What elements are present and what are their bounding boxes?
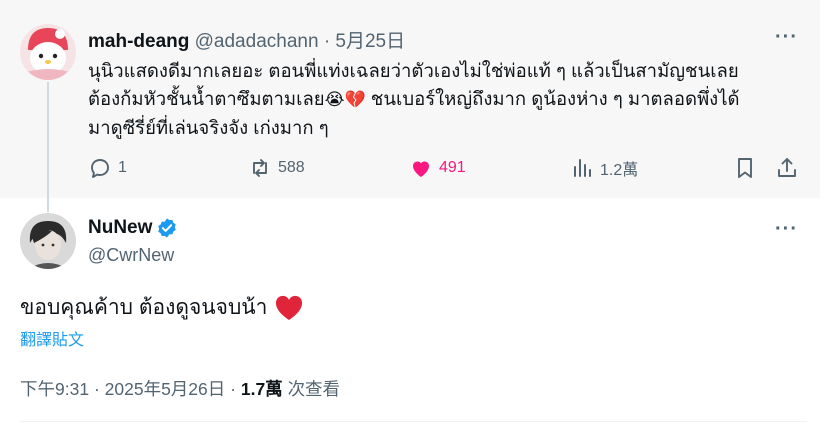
- red-heart-emoji-icon: [276, 295, 303, 320]
- handle[interactable]: @adadachann: [195, 31, 319, 52]
- views-label: 次查看: [287, 379, 341, 399]
- parent-tweet-text: นุนิวแสดงดีมากเลยอะ ตอนพี่แท่งเฉลยว่าตัว…: [88, 57, 788, 142]
- bookmark-button[interactable]: [733, 152, 763, 184]
- crying-face-emoji-icon: 😭: [324, 90, 345, 109]
- avatar[interactable]: [20, 213, 76, 269]
- views-button[interactable]: 1.2萬: [570, 152, 638, 184]
- parent-tweet-header: mah-deang @adadachann · 5月25日: [88, 26, 405, 53]
- reply-button[interactable]: 1: [88, 152, 127, 184]
- tweet-date[interactable]: 2025年5月26日: [105, 379, 226, 399]
- avatar-image: [20, 213, 76, 269]
- repost-icon: [253, 159, 267, 177]
- bookmark-icon: [738, 158, 752, 178]
- more-options-icon[interactable]: ···: [775, 26, 798, 49]
- parent-tweet[interactable]: mah-deang @adadachann · 5月25日 ··· นุนิวแ…: [0, 0, 820, 212]
- handle[interactable]: @CwrNew: [88, 245, 174, 266]
- analytics-icon: [574, 159, 591, 177]
- like-count: 491: [439, 159, 466, 176]
- translate-post-link[interactable]: 翻譯貼文: [20, 326, 84, 350]
- reply-count: 1: [118, 159, 127, 176]
- avatar[interactable]: [20, 24, 76, 80]
- like-button[interactable]: 491: [409, 152, 466, 184]
- divider: [20, 421, 807, 422]
- display-name[interactable]: NuNew: [88, 217, 152, 239]
- verified-badge-icon[interactable]: [156, 217, 178, 239]
- display-name[interactable]: mah-deang: [88, 31, 189, 52]
- share-icon: [778, 158, 796, 177]
- tweet-text: ขอบคุณค้าบ ต้องดูจนจบน้า: [20, 291, 303, 324]
- text-line: นุนิวแสดงดีมากเลยอะ ตอนพี่แท่งเฉลยว่าตัว…: [88, 60, 739, 81]
- tweet-metadata: 下午9:31 · 2025年5月26日 · 1.7萬 次查看: [20, 376, 340, 401]
- text-segment: ต้องก้มหัวชั้นน้ำตาซึมตามเลย: [88, 88, 325, 109]
- author-name-row: NuNew: [88, 217, 178, 239]
- avatar-image: [20, 24, 76, 80]
- tweet-text-body: ขอบคุณค้าบ ต้องดูจนจบน้า: [20, 296, 268, 319]
- share-button[interactable]: [775, 152, 805, 184]
- text-segment: ชนเบอร์ใหญ่ถึงมาก ดูน้องห่าง ๆ มาตลอดพึ่…: [365, 88, 740, 109]
- views-count: 1.2萬: [600, 162, 639, 179]
- heart-filled-icon: [413, 161, 429, 177]
- repost-count: 588: [278, 159, 305, 176]
- separator: ·: [230, 379, 236, 399]
- reply-icon: [91, 159, 109, 178]
- views-count: 1.7萬: [240, 379, 283, 399]
- action-bar: 1 588 491 1.2萬: [88, 152, 800, 184]
- text-line: ต้องก้มหัวชั้นน้ำตาซึมตามเลย😭💔 ชนเบอร์ให…: [88, 85, 788, 114]
- more-options-icon[interactable]: ···: [775, 218, 798, 241]
- separator: ·: [323, 31, 331, 52]
- repost-button[interactable]: 588: [248, 152, 305, 184]
- broken-heart-emoji-icon: 💔: [344, 90, 366, 109]
- text-line: มาดูซีรี่ย์ที่เล่นจริงจัง เก่งมาก ๆ: [88, 117, 329, 138]
- separator: ·: [93, 379, 100, 399]
- tweet-date[interactable]: 5月25日: [335, 31, 405, 52]
- thread-connector-line: [47, 82, 49, 212]
- tweet-time[interactable]: 下午9:31: [20, 379, 89, 399]
